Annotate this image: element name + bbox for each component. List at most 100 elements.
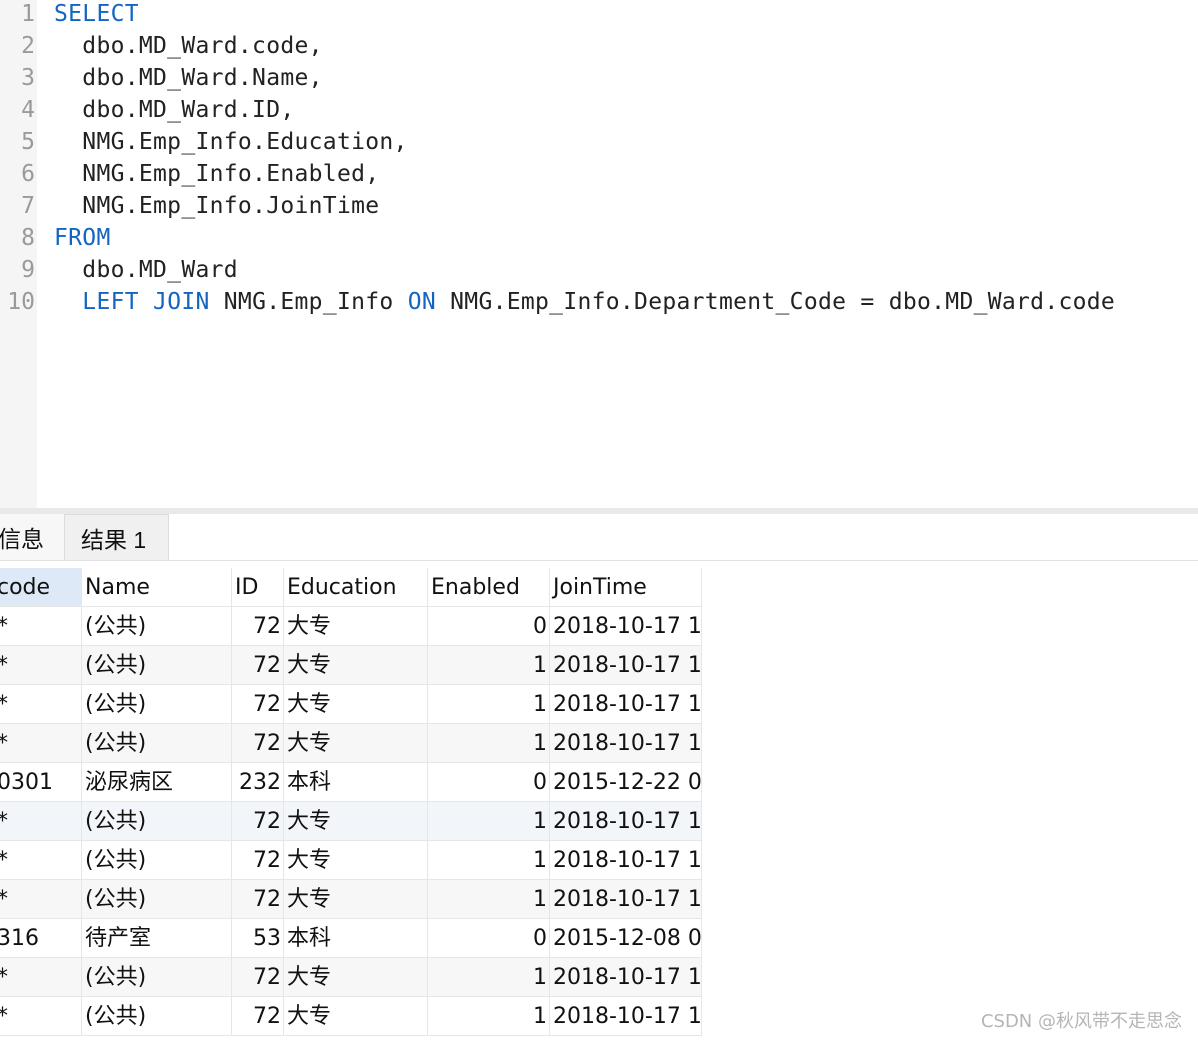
cell-id[interactable]: 72 <box>232 646 284 684</box>
table-row[interactable]: 0301 泌尿病区 232 本科 0 2015-12-22 0 <box>0 763 702 802</box>
cell-education[interactable]: 大专 <box>284 646 428 684</box>
tab-info[interactable]: 信息 <box>0 514 64 560</box>
cell-enabled[interactable]: 0 <box>428 607 550 645</box>
table-row[interactable]: *(公共)72大专12018-10-17 1 <box>0 841 702 880</box>
cell-name[interactable]: (公共) <box>82 802 232 840</box>
code-line[interactable]: 9 dbo.MD_Ward <box>0 256 1198 288</box>
table-row[interactable]: *(公共)72大专12018-10-17 1 <box>0 646 702 685</box>
table-row[interactable]: *(公共)72大专12018-10-17 1 <box>0 880 702 919</box>
cell-enabled[interactable]: 1 <box>428 880 550 918</box>
cell-enabled[interactable]: 1 <box>428 841 550 879</box>
column-header-code[interactable]: code <box>0 568 82 606</box>
cell-education[interactable]: 大专 <box>284 802 428 840</box>
cell-code[interactable]: * <box>0 646 82 684</box>
cell-code[interactable]: 316 <box>0 919 82 957</box>
cell-id[interactable]: 72 <box>232 724 284 762</box>
cell-enabled[interactable]: 1 <box>428 685 550 723</box>
cell-code[interactable]: 0301 <box>0 763 82 801</box>
code-text: dbo.MD_Ward.Name, <box>54 64 323 92</box>
cell-id[interactable]: 72 <box>232 841 284 879</box>
result-tab-bar: 信息 结果 1 <box>0 514 1198 561</box>
cell-enabled[interactable]: 1 <box>428 997 550 1035</box>
cell-code[interactable]: * <box>0 958 82 996</box>
cell-code[interactable]: * <box>0 724 82 762</box>
cell-name[interactable]: (公共) <box>82 724 232 762</box>
code-line[interactable]: 10 LEFT JOIN NMG.Emp_Info ON NMG.Emp_Inf… <box>0 288 1198 320</box>
cell-education[interactable]: 本科 <box>284 763 428 801</box>
cell-code[interactable]: * <box>0 880 82 918</box>
cell-jointime[interactable]: 2015-12-22 0 <box>550 763 702 801</box>
cell-name[interactable]: (公共) <box>82 607 232 645</box>
table-row[interactable]: 316 待产室 53 本科 0 2015-12-08 0 <box>0 919 702 958</box>
cell-jointime[interactable]: 2018-10-17 1 <box>550 841 702 879</box>
cell-education[interactable]: 大专 <box>284 880 428 918</box>
cell-enabled[interactable]: 0 <box>428 763 550 801</box>
column-header-name[interactable]: Name <box>82 568 232 606</box>
cell-name[interactable]: (公共) <box>82 646 232 684</box>
cell-id[interactable]: 72 <box>232 802 284 840</box>
code-text: SELECT <box>54 0 139 28</box>
cell-name[interactable]: 待产室 <box>82 919 232 957</box>
table-row[interactable]: *(公共)72大专12018-10-17 1 <box>0 685 702 724</box>
cell-jointime[interactable]: 2018-10-17 1 <box>550 685 702 723</box>
cell-education[interactable]: 本科 <box>284 919 428 957</box>
table-row[interactable]: *(公共)72大专12018-10-17 1 <box>0 997 702 1036</box>
cell-jointime[interactable]: 2018-10-17 1 <box>550 724 702 762</box>
cell-enabled[interactable]: 1 <box>428 802 550 840</box>
cell-jointime[interactable]: 2018-10-17 1 <box>550 880 702 918</box>
code-line[interactable]: 4 dbo.MD_Ward.ID, <box>0 96 1198 128</box>
cell-enabled[interactable]: 1 <box>428 958 550 996</box>
cell-education[interactable]: 大专 <box>284 997 428 1035</box>
cell-id[interactable]: 72 <box>232 958 284 996</box>
cell-name[interactable]: (公共) <box>82 958 232 996</box>
cell-education[interactable]: 大专 <box>284 724 428 762</box>
table-row[interactable]: *(公共)72大专12018-10-17 1 <box>0 724 702 763</box>
cell-enabled[interactable]: 1 <box>428 724 550 762</box>
cell-jointime[interactable]: 2018-10-17 1 <box>550 997 702 1035</box>
sql-editor[interactable]: 1 SELECT 2 dbo.MD_Ward.code, 3 dbo.MD_Ward.… <box>0 0 1198 508</box>
column-header-jointime[interactable]: JoinTime <box>550 568 702 606</box>
cell-code[interactable]: * <box>0 997 82 1035</box>
cell-jointime[interactable]: 2018-10-17 1 <box>550 802 702 840</box>
cell-education[interactable]: 大专 <box>284 958 428 996</box>
cell-jointime[interactable]: 2018-10-17 1 <box>550 646 702 684</box>
cell-education[interactable]: 大专 <box>284 841 428 879</box>
cell-name[interactable]: (公共) <box>82 841 232 879</box>
table-row[interactable]: *(公共)72大专12018-10-17 1 <box>0 958 702 997</box>
cell-code[interactable]: * <box>0 607 82 645</box>
tab-result-1-label: 结果 1 <box>81 527 147 553</box>
cell-id[interactable]: 53 <box>232 919 284 957</box>
column-header-id[interactable]: ID <box>232 568 284 606</box>
column-header-education[interactable]: Education <box>284 568 428 606</box>
cell-education[interactable]: 大专 <box>284 607 428 645</box>
cell-jointime[interactable]: 2015-12-08 0 <box>550 919 702 957</box>
cell-code[interactable]: * <box>0 841 82 879</box>
cell-jointime[interactable]: 2018-10-17 1 <box>550 958 702 996</box>
cell-id[interactable]: 72 <box>232 685 284 723</box>
cell-education[interactable]: 大专 <box>284 685 428 723</box>
cell-name[interactable]: (公共) <box>82 997 232 1035</box>
column-header-enabled[interactable]: Enabled <box>428 568 550 606</box>
code-line[interactable]: 6 NMG.Emp_Info.Enabled, <box>0 160 1198 192</box>
cell-enabled[interactable]: 1 <box>428 646 550 684</box>
cell-id[interactable]: 232 <box>232 763 284 801</box>
code-line[interactable]: 3 dbo.MD_Ward.Name, <box>0 64 1198 96</box>
cell-enabled[interactable]: 0 <box>428 919 550 957</box>
code-line[interactable]: 1 SELECT <box>0 0 1198 32</box>
cell-name[interactable]: (公共) <box>82 685 232 723</box>
cell-name[interactable]: 泌尿病区 <box>82 763 232 801</box>
code-line[interactable]: 2 dbo.MD_Ward.code, <box>0 32 1198 64</box>
table-row[interactable]: *(公共)72大专02018-10-17 1 <box>0 607 702 646</box>
table-row[interactable]: *(公共)72大专12018-10-17 1 <box>0 802 702 841</box>
cell-id[interactable]: 72 <box>232 607 284 645</box>
cell-id[interactable]: 72 <box>232 880 284 918</box>
cell-code[interactable]: * <box>0 802 82 840</box>
code-line[interactable]: 5 NMG.Emp_Info.Education, <box>0 128 1198 160</box>
code-line[interactable]: 8 FROM <box>0 224 1198 256</box>
cell-id[interactable]: 72 <box>232 997 284 1035</box>
tab-result-1[interactable]: 结果 1 <box>64 514 169 560</box>
cell-jointime[interactable]: 2018-10-17 1 <box>550 607 702 645</box>
cell-name[interactable]: (公共) <box>82 880 232 918</box>
cell-code[interactable]: * <box>0 685 82 723</box>
code-line[interactable]: 7 NMG.Emp_Info.JoinTime <box>0 192 1198 224</box>
